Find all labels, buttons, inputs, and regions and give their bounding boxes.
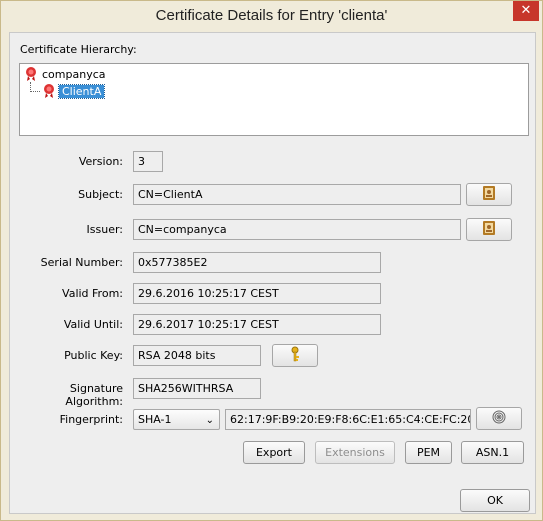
certificate-hierarchy-tree[interactable]: companyca ClientA: [19, 63, 529, 136]
valid-from-field[interactable]: 29.6.2016 10:25:17 CEST: [133, 283, 381, 304]
hierarchy-label: Certificate Hierarchy:: [20, 43, 137, 56]
window-title: Certificate Details for Entry 'clienta': [155, 7, 388, 24]
close-button[interactable]: ✕: [513, 1, 539, 21]
issuer-field[interactable]: CN=companyca: [133, 219, 461, 240]
signature-algorithm-label: Signature Algorithm:: [65, 382, 123, 408]
serial-number-field[interactable]: 0x577385E2: [133, 252, 381, 273]
public-key-details-button[interactable]: [272, 344, 318, 367]
issuer-label: Issuer:: [86, 223, 123, 236]
fingerprint-icon: [491, 409, 507, 428]
valid-until-label: Valid Until:: [63, 318, 123, 331]
version-field[interactable]: 3: [133, 151, 163, 172]
subject-details-button[interactable]: [466, 183, 512, 206]
subject-label: Subject:: [78, 188, 123, 201]
signature-algorithm-field[interactable]: SHA256WITHRSA: [133, 378, 261, 399]
tree-node-label-selected: ClientA: [57, 83, 106, 99]
title-bar: Certificate Details for Entry 'clienta' …: [1, 1, 542, 31]
fingerprint-algorithm-select[interactable]: SHA-1 ⌄: [133, 409, 220, 430]
tree-node-label: companyca: [42, 67, 106, 81]
certificate-details-dialog: Certificate Details for Entry 'clienta' …: [0, 0, 543, 521]
chevron-down-icon: ⌄: [205, 415, 214, 426]
key-icon: [287, 346, 303, 365]
fingerprint-copy-button[interactable]: [476, 407, 522, 430]
public-key-field[interactable]: RSA 2048 bits: [133, 345, 261, 366]
dialog-content: Certificate Hierarchy: companyca ClientA…: [9, 32, 536, 514]
fingerprint-algorithm-value: SHA-1: [138, 413, 172, 426]
address-book-icon: [481, 185, 497, 204]
subject-field[interactable]: CN=ClientA: [133, 184, 461, 205]
fingerprint-field[interactable]: 62:17:9F:B9:20:E9:F8:6C:E1:65:C4:CE:FC:2…: [225, 409, 471, 430]
valid-from-label: Valid From:: [62, 287, 123, 300]
address-book-icon: [481, 220, 497, 239]
pem-button[interactable]: PEM: [405, 441, 452, 464]
version-label: Version:: [78, 155, 123, 168]
asn1-button[interactable]: ASN.1: [461, 441, 524, 464]
public-key-label: Public Key:: [64, 349, 123, 362]
certificate-ribbon-icon: [23, 66, 39, 82]
extensions-button[interactable]: Extensions: [315, 441, 395, 464]
fingerprint-label: Fingerprint:: [59, 413, 123, 426]
serial-number-label: Serial Number:: [40, 256, 123, 269]
certificate-ribbon-icon: [41, 83, 57, 99]
issuer-details-button[interactable]: [466, 218, 512, 241]
export-button[interactable]: Export: [243, 441, 305, 464]
tree-node-clienta[interactable]: ClientA: [41, 83, 106, 99]
tree-node-companyca[interactable]: companyca: [23, 66, 106, 82]
valid-until-field[interactable]: 29.6.2017 10:25:17 CEST: [133, 314, 381, 335]
ok-button[interactable]: OK: [460, 489, 530, 512]
tree-connector: [30, 82, 40, 92]
